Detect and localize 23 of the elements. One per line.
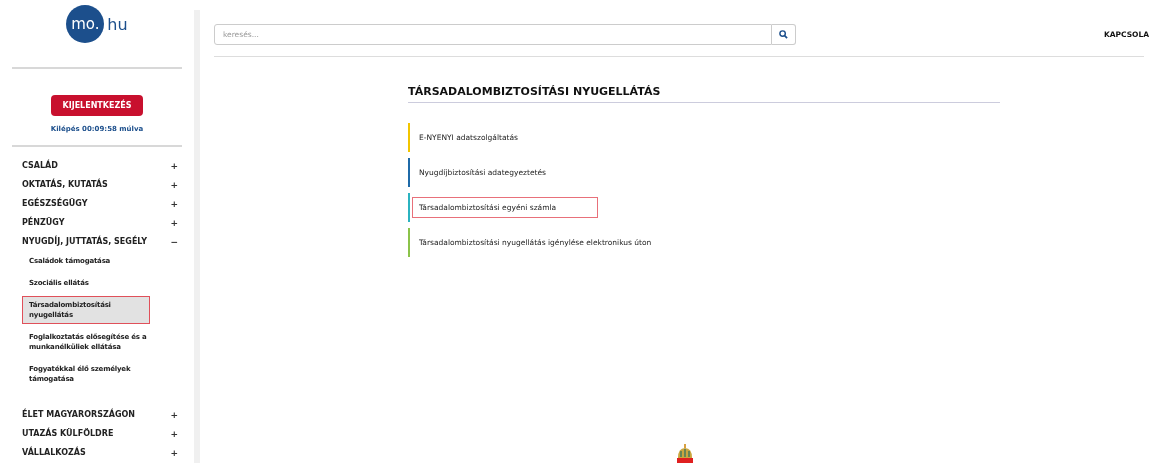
- toggle-button[interactable]: +: [170, 160, 178, 171]
- toggle-button[interactable]: +: [170, 198, 178, 209]
- toggle-button[interactable]: −: [170, 236, 178, 247]
- toggle-button[interactable]: +: [170, 447, 178, 458]
- menu-category[interactable]: OKTATÁS, KUTATÁS: [22, 180, 108, 189]
- menu-category[interactable]: UTAZÁS KÜLFÖLDRE: [22, 429, 114, 438]
- menu-category[interactable]: EGÉSZSÉGÜGY: [22, 199, 88, 208]
- logo-circle[interactable]: mo.: [66, 5, 105, 43]
- menu-category[interactable]: ÉLET MAGYARORSZÁGON: [22, 410, 135, 419]
- menu-category[interactable]: PÉNZÜGY: [22, 218, 65, 227]
- search-button[interactable]: [772, 23, 796, 45]
- crown-icon: [676, 444, 694, 463]
- menu-category[interactable]: NYUGDÍJ, JUTTATÁS, SEGÉLY: [22, 237, 147, 246]
- search-icon: [779, 29, 788, 39]
- toggle-button[interactable]: +: [170, 217, 178, 228]
- toggle-button[interactable]: +: [170, 428, 178, 439]
- toggle-button[interactable]: +: [170, 179, 178, 190]
- logout-button[interactable]: KIJELENTKEZÉS: [51, 95, 143, 116]
- menu-category[interactable]: VÁLLALKOZÁS: [22, 448, 86, 457]
- menu-category[interactable]: CSALÁD: [22, 161, 58, 170]
- page-title: TÁRSADALOMBIZTOSÍTÁSI NYUGELLÁTÁS: [408, 85, 1000, 103]
- toggle-button[interactable]: +: [170, 409, 178, 420]
- logo-text: hu: [107, 14, 128, 34]
